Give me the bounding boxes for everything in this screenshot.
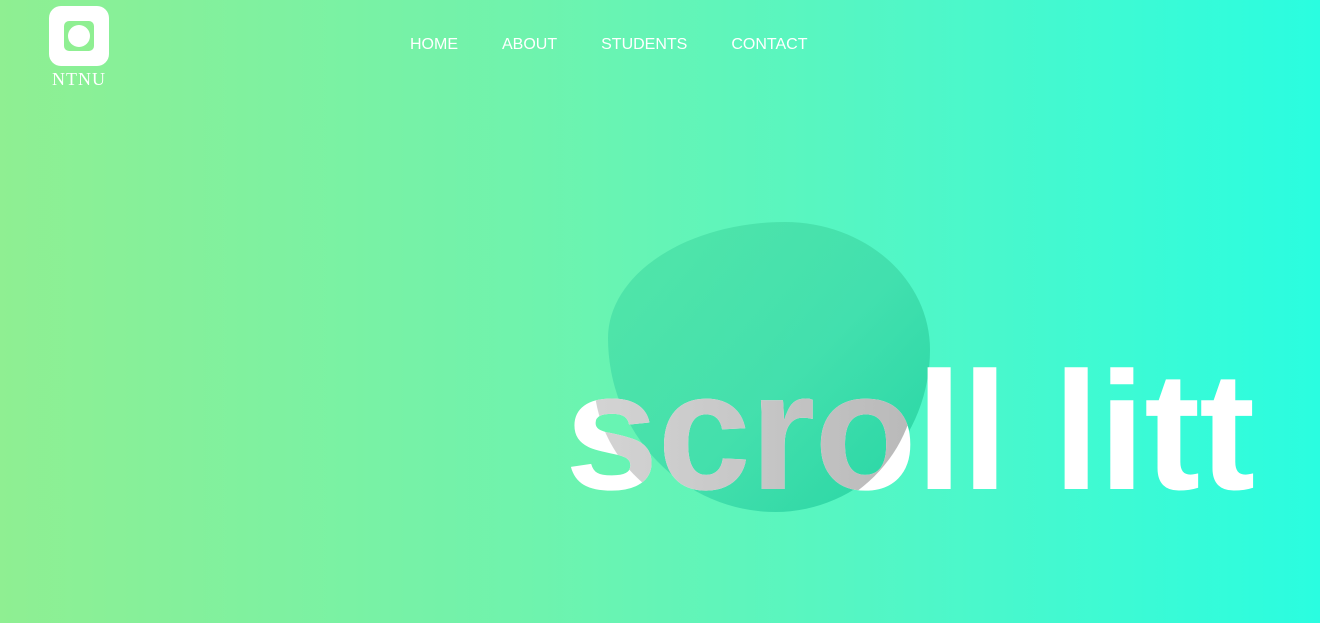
logo-dot xyxy=(68,25,90,47)
main-nav: HOME ABOUT STUDENTS CONTACT xyxy=(388,36,830,54)
nav-students-link[interactable]: STUDENTS xyxy=(579,36,709,54)
nav-contact-link[interactable]: CONTACT xyxy=(709,36,829,54)
logo-text: NTNU xyxy=(52,69,106,89)
logo-inner-square xyxy=(64,21,94,51)
ntnu-logo[interactable]: NTNU xyxy=(49,6,109,90)
logo-icon xyxy=(49,6,109,66)
nav-home-link[interactable]: HOME xyxy=(388,36,480,54)
nav-about-link[interactable]: ABOUT xyxy=(480,36,579,54)
